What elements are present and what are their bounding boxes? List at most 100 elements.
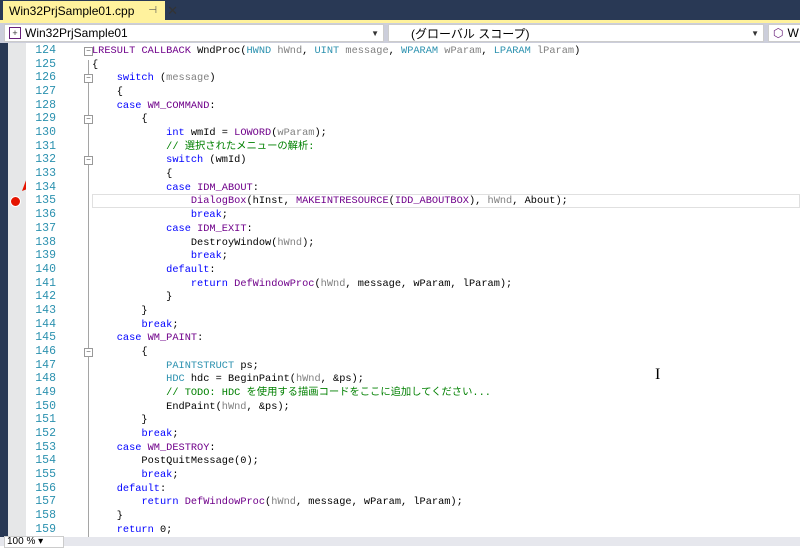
code-line[interactable]: switch (wmId) [92, 153, 246, 167]
navigation-bar: + Win32PrjSample01 ▼ (グローバル スコープ) ▼ ⬡ W [0, 20, 800, 43]
code-line[interactable]: case WM_DESTROY: [92, 441, 216, 455]
code-token: hWnd [271, 496, 296, 509]
code-line[interactable]: switch (message) [92, 71, 216, 85]
status-bar: 100 % ▾ [0, 536, 800, 548]
code-token: LRESULT [92, 45, 142, 57]
zoom-dropdown[interactable]: 100 % ▾ [4, 536, 64, 548]
code-line[interactable]: return DefWindowProc(hWnd, message, wPar… [92, 277, 512, 291]
code-line[interactable]: LRESULT CALLBACK WndProc(HWND hWnd, UINT… [92, 44, 580, 58]
line-number: 144 [35, 317, 56, 331]
code-token: PostQuitMessage(0); [92, 455, 259, 468]
code-token: return [141, 496, 185, 509]
code-line[interactable]: case IDM_ABOUT: [92, 181, 259, 195]
tab-win32prjsample01-cpp[interactable]: Win32PrjSample01.cpp ⊣ ✕ [3, 1, 178, 20]
code-token: message [345, 45, 389, 57]
scope-dropdown[interactable]: (グローバル スコープ) ▼ [388, 24, 764, 42]
code-token: ps; [234, 359, 259, 372]
code-line[interactable]: break; [92, 318, 178, 332]
code-token: case [166, 222, 198, 235]
collapse-icon[interactable]: − [84, 156, 93, 166]
code-line[interactable]: PostQuitMessage(0); [92, 454, 259, 468]
code-editor[interactable]: LRESULT CALLBACK WndProc(HWND hWnd, UINT… [84, 43, 800, 537]
code-line[interactable]: default: [92, 263, 215, 277]
line-number: 142 [35, 290, 56, 304]
code-line[interactable]: case WM_PAINT: [92, 331, 204, 345]
line-number: 128 [35, 98, 56, 112]
code-line[interactable]: int wmId = LOWORD(wParam); [92, 126, 327, 140]
code-line[interactable]: case WM_COMMAND: [92, 99, 216, 113]
breakpoint-margin[interactable] [8, 43, 26, 537]
line-number: 154 [35, 454, 56, 468]
code-line[interactable]: { [92, 345, 147, 359]
code-token: return [116, 523, 160, 536]
code-line[interactable]: return 0; [92, 523, 173, 537]
code-line[interactable]: return DefWindowProc(hWnd, message, wPar… [92, 495, 462, 509]
code-token: : [209, 441, 216, 454]
pin-icon[interactable]: ⊣ [148, 5, 157, 16]
code-line[interactable]: PAINTSTRUCT ps; [92, 359, 259, 373]
scope-label: (グローバル スコープ) [411, 26, 530, 41]
line-number: 153 [35, 440, 56, 454]
code-token: ); [302, 236, 315, 249]
code-token: { [92, 86, 123, 99]
tab-title: Win32PrjSample01.cpp [9, 3, 135, 18]
line-number: 130 [35, 126, 56, 140]
project-dropdown[interactable]: + Win32PrjSample01 ▼ [4, 24, 384, 42]
code-token: WndProc( [197, 45, 247, 57]
code-token: : [209, 99, 216, 112]
code-line[interactable]: default: [92, 482, 166, 496]
collapse-icon[interactable]: − [84, 115, 93, 125]
code-line[interactable]: break; [92, 249, 228, 263]
line-number: 131 [35, 139, 56, 153]
line-number: 141 [35, 276, 56, 290]
breakpoint-icon[interactable] [10, 196, 21, 207]
code-token: { [92, 168, 173, 181]
code-line[interactable]: case IDM_EXIT: [92, 222, 253, 236]
code-line[interactable]: break; [92, 208, 228, 222]
code-line[interactable]: } [92, 413, 147, 427]
code-line[interactable]: DestroyWindow(hWnd); [92, 236, 315, 250]
code-line[interactable]: DialogBox(hInst, MAKEINTRESOURCE(IDD_ABO… [92, 194, 568, 208]
member-dropdown[interactable]: ⬡ W [768, 24, 800, 42]
code-line[interactable]: } [92, 290, 172, 304]
line-number: 133 [35, 167, 56, 181]
close-icon[interactable]: ✕ [167, 3, 178, 19]
zoom-level: 100 % [7, 536, 36, 547]
code-token: lParam [536, 45, 575, 57]
line-number: 125 [35, 57, 56, 71]
code-line[interactable]: HDC hdc = BeginPaint(hWnd, &ps); [92, 372, 364, 386]
code-token: , &ps); [246, 400, 290, 413]
code-line[interactable]: break; [92, 468, 178, 482]
collapse-icon[interactable]: − [84, 74, 93, 84]
code-token: } [92, 510, 123, 523]
code-line[interactable]: { [92, 167, 172, 181]
line-number: 155 [35, 468, 56, 482]
code-line[interactable]: { [92, 85, 123, 99]
code-token: hWnd [221, 400, 247, 413]
code-line[interactable]: EndPaint(hWnd, &ps); [92, 400, 290, 414]
collapse-icon[interactable]: − [84, 347, 93, 357]
code-line[interactable]: break; [92, 427, 178, 441]
line-number: 137 [35, 221, 56, 235]
code-line[interactable]: } [92, 509, 123, 523]
code-line[interactable]: // TODO: HDC を使用する描画コードをここに追加してください... [92, 386, 491, 400]
code-line[interactable]: } [92, 304, 147, 318]
code-line[interactable]: { [92, 112, 147, 126]
member-label: W [787, 26, 799, 40]
code-token: wParam [277, 127, 315, 140]
code-line[interactable]: { [92, 58, 98, 72]
collapse-icon[interactable]: − [84, 47, 93, 56]
code-line[interactable]: // 選択されたメニューの解析: [92, 140, 314, 154]
line-number: 159 [35, 522, 56, 536]
line-number: 136 [35, 208, 56, 222]
line-number: 152 [35, 427, 56, 441]
code-token: // 選択されたメニューの解析: [166, 140, 315, 153]
